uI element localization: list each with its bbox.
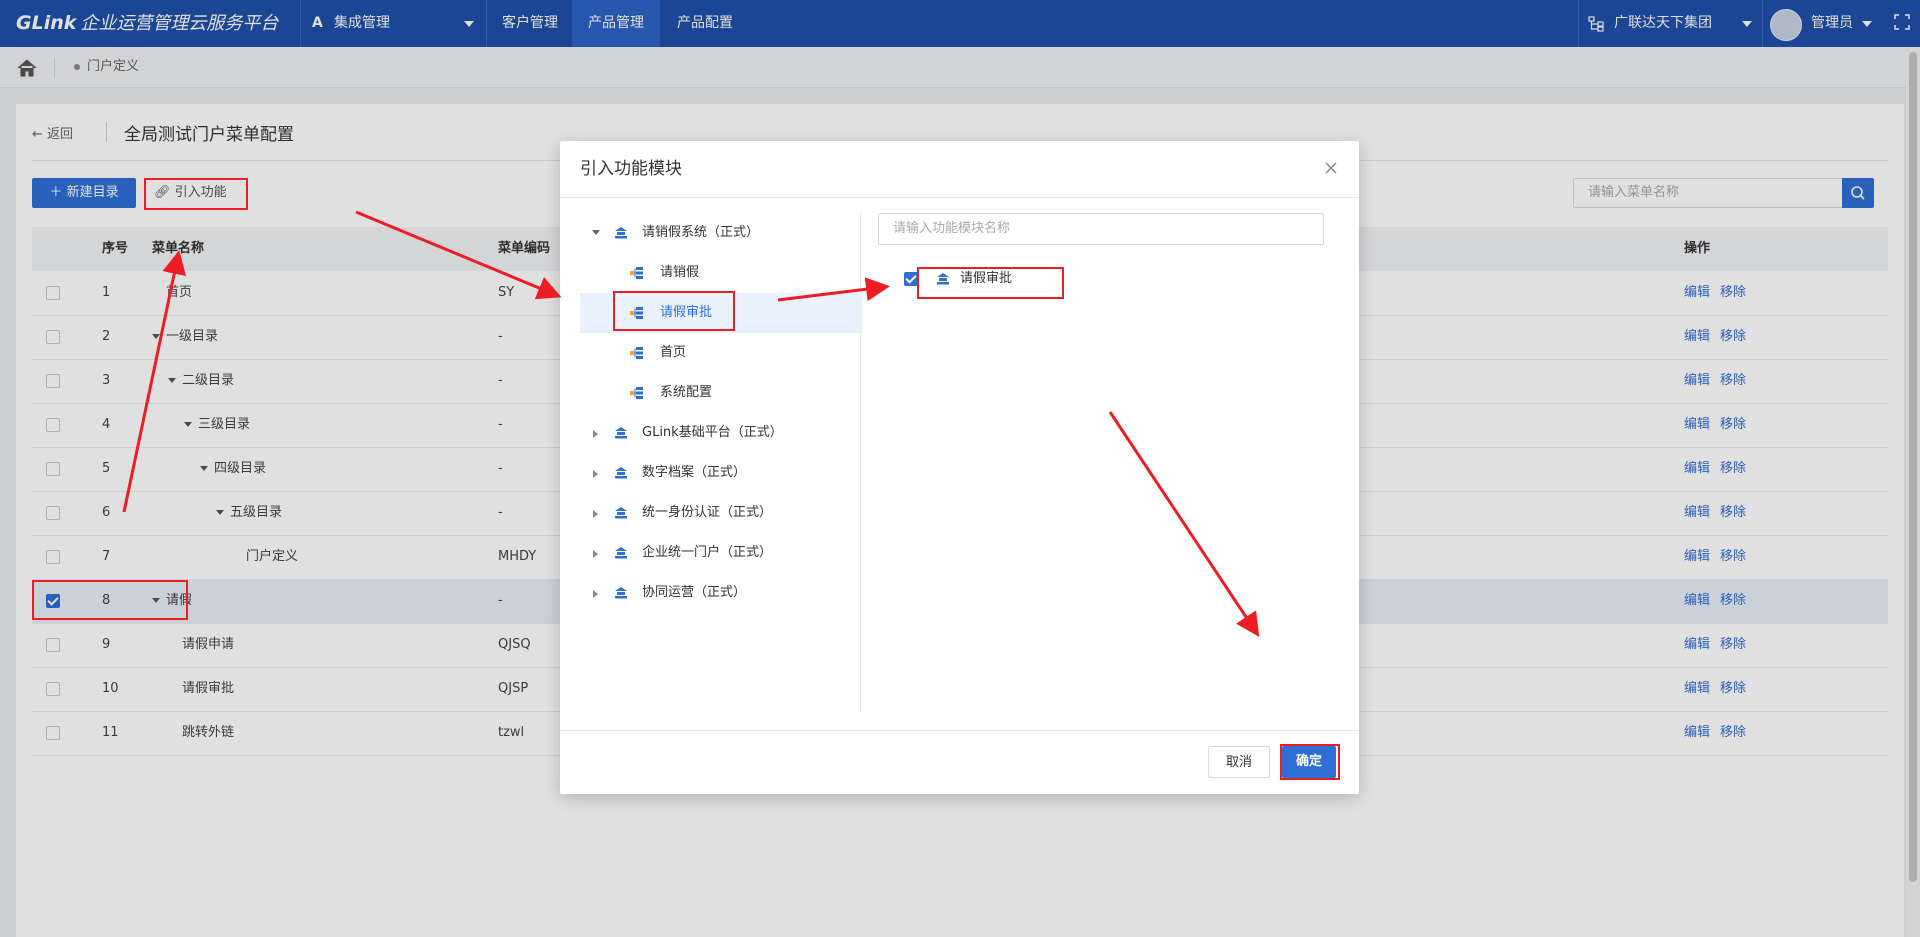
- close-icon[interactable]: [1324, 161, 1338, 175]
- import-module-dialog: 引入功能模块 请销假系统（正式） 请销假 请假审批 首页 系统配置 GLink基础平台（正…: [560, 141, 1359, 794]
- system-icon: [615, 547, 627, 559]
- dialog-title: 引入功能模块: [580, 159, 682, 179]
- module-search-placeholder: 请输入功能模块名称: [893, 221, 1011, 236]
- module-icon: [630, 347, 643, 359]
- caret-right-icon[interactable]: [593, 510, 598, 518]
- system-icon: [615, 587, 627, 599]
- selected-module-checkbox[interactable]: [904, 272, 918, 286]
- selected-module-label: 请假审批: [960, 271, 1013, 286]
- tree-node-system[interactable]: 统一身份认证（正式）: [580, 493, 862, 533]
- dialog-divider: [560, 197, 1359, 198]
- tree-node-label: 协同运营（正式）: [642, 585, 747, 600]
- tree-node-label: GLink基础平台（正式）: [642, 425, 783, 440]
- tree-node-label: 数字档案（正式）: [642, 465, 747, 480]
- system-icon: [615, 427, 627, 439]
- module-icon: [630, 267, 643, 279]
- caret-right-icon[interactable]: [593, 590, 598, 598]
- cancel-button[interactable]: 取消: [1208, 746, 1270, 778]
- module-icon: [630, 387, 643, 399]
- tree-node-system[interactable]: 请销假系统（正式）: [580, 213, 862, 253]
- caret-down-icon[interactable]: [592, 230, 600, 235]
- caret-right-icon[interactable]: [593, 550, 598, 558]
- ok-button[interactable]: 确定: [1282, 746, 1336, 778]
- caret-right-icon[interactable]: [593, 470, 598, 478]
- tree-node-module[interactable]: 请假审批: [580, 293, 862, 333]
- module-search-input[interactable]: 请输入功能模块名称: [878, 213, 1324, 245]
- tree-node-module[interactable]: 系统配置: [580, 373, 862, 413]
- system-icon: [937, 273, 949, 285]
- system-icon: [615, 507, 627, 519]
- tree-node-label: 请销假: [660, 265, 700, 280]
- tree-node-module[interactable]: 请销假: [580, 253, 862, 293]
- tree-node-label: 首页: [660, 345, 687, 360]
- selected-module-item[interactable]: 请假审批: [898, 263, 1118, 295]
- tree-node-system[interactable]: 企业统一门户（正式）: [580, 533, 862, 573]
- tree-node-label: 统一身份认证（正式）: [642, 505, 773, 520]
- selected-modules-pane: 请输入功能模块名称 请假审批: [878, 213, 1340, 713]
- tree-node-system[interactable]: 数字档案（正式）: [580, 453, 862, 493]
- system-icon: [615, 227, 627, 239]
- tree-node-system[interactable]: 协同运营（正式）: [580, 573, 862, 613]
- tree-node-label: 系统配置: [660, 385, 713, 400]
- module-tree: 请销假系统（正式） 请销假请假审批首页系统配置 GLink基础平台（正式） 数字档案（…: [580, 213, 862, 713]
- caret-right-icon[interactable]: [593, 430, 598, 438]
- tree-node-label: 请假审批: [660, 305, 713, 320]
- dialog-footer-divider: [560, 730, 1359, 731]
- tree-node-label: 请销假系统（正式）: [642, 225, 760, 240]
- tree-node-label: 企业统一门户（正式）: [642, 545, 773, 560]
- system-icon: [615, 467, 627, 479]
- tree-node-system[interactable]: GLink基础平台（正式）: [580, 413, 862, 453]
- module-icon: [630, 307, 643, 319]
- tree-node-module[interactable]: 首页: [580, 333, 862, 373]
